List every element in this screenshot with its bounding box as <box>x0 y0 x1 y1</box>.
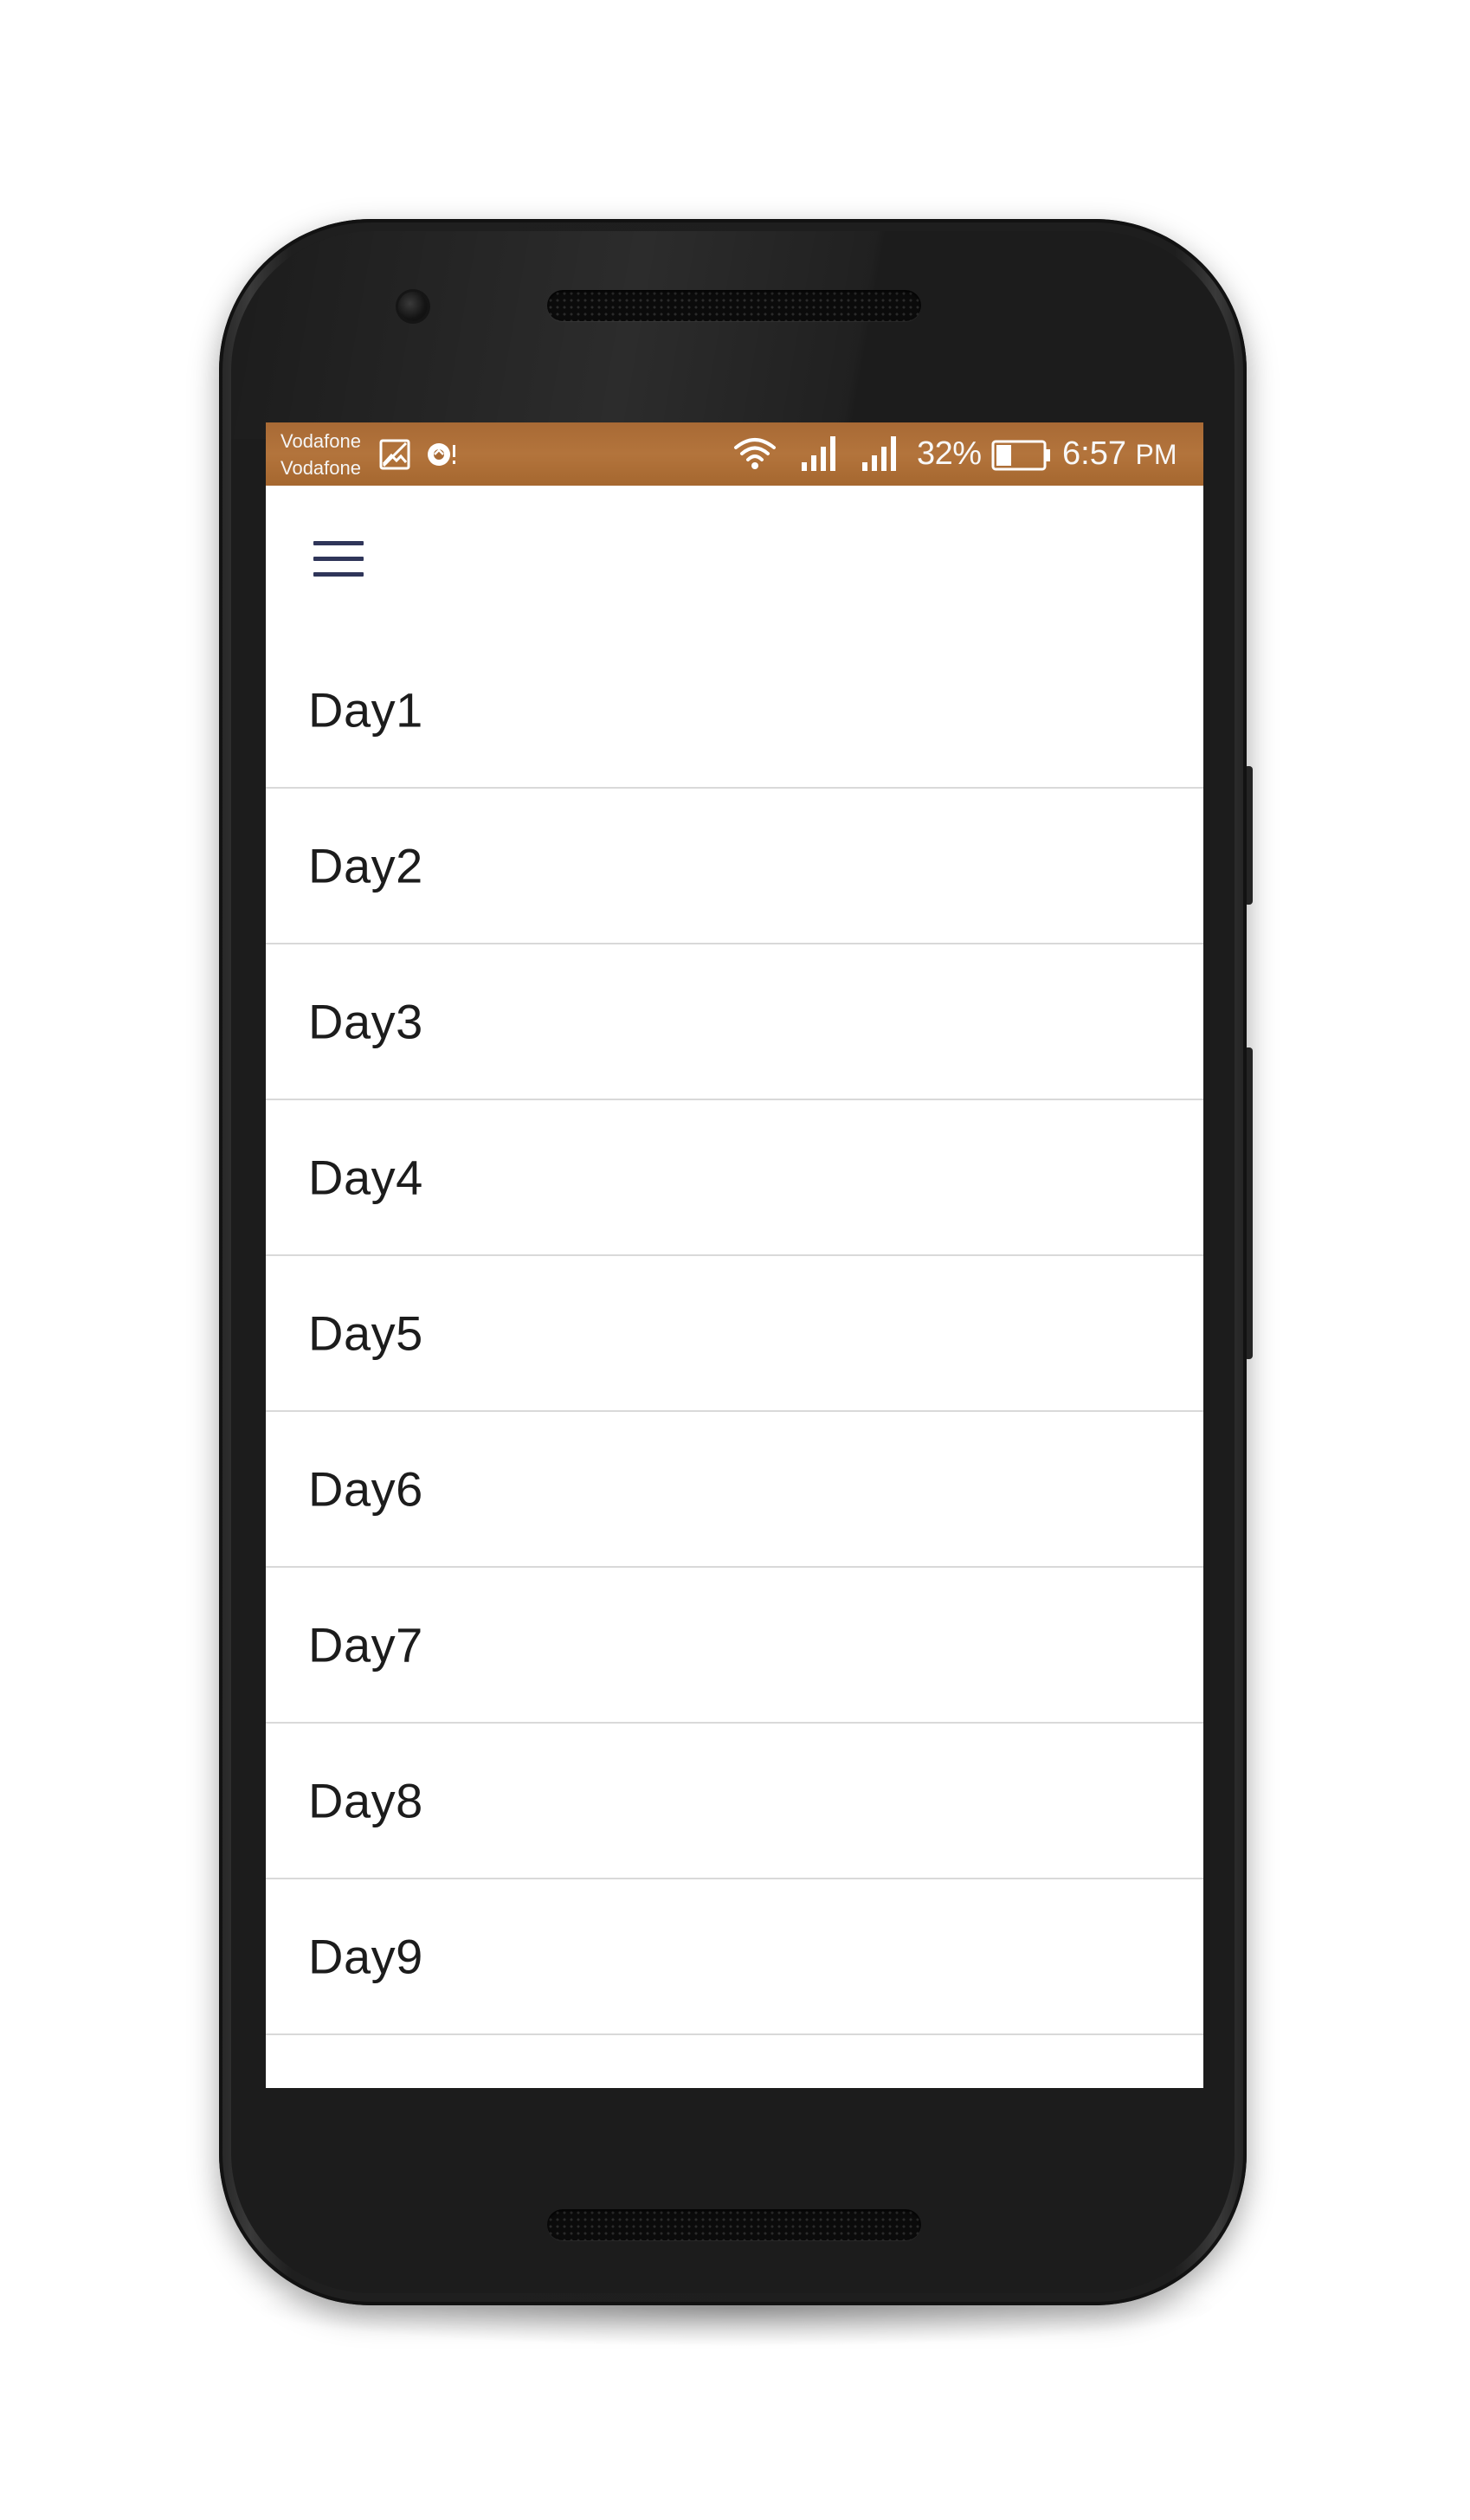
day-item-label: Day2 <box>308 838 423 893</box>
day-list-item[interactable]: Day3 <box>266 944 1203 1100</box>
phone-glare <box>231 231 1235 439</box>
battery-percent: 32% <box>917 435 982 472</box>
day-item-label: Day3 <box>308 994 423 1049</box>
top-speaker-grille <box>547 290 921 321</box>
carrier-line-2: Vodafone <box>280 457 361 479</box>
clock-time: 6:57 <box>1062 435 1126 472</box>
hamburger-menu-icon[interactable] <box>313 539 364 579</box>
bottom-speaker-grille <box>547 2209 921 2240</box>
day-list-item[interactable]: Day5 <box>266 1256 1203 1412</box>
day-list-item[interactable]: Day6 <box>266 1412 1203 1568</box>
day-item-label: Day5 <box>308 1305 423 1361</box>
day-list: Day1 Day2 Day3 Day4 Day5 Day6 Day7 Day8 Day9 <box>266 633 1203 2035</box>
app-bar <box>266 486 1203 641</box>
clock-ampm: PM <box>1135 439 1177 470</box>
front-camera <box>398 292 428 321</box>
signal-icon <box>802 436 835 471</box>
day-item-label: Day6 <box>308 1461 423 1517</box>
gallery-icon <box>379 439 410 470</box>
device-mockup-canvas: Vodafone Vodafone 32% 6:57 PM Day1 Day2 … <box>0 0 1470 2520</box>
day-item-label: Day1 <box>308 682 423 738</box>
wifi-icon <box>734 438 776 469</box>
day-item-label: Day4 <box>308 1150 423 1205</box>
day-item-label: Day7 <box>308 1617 423 1672</box>
day-item-label: Day8 <box>308 1773 423 1828</box>
status-bar: Vodafone Vodafone 32% 6:57 PM <box>266 422 1203 486</box>
battery-icon <box>991 440 1050 471</box>
phone-screen: Vodafone Vodafone 32% 6:57 PM Day1 Day2 … <box>266 422 1203 2088</box>
day-list-item[interactable]: Day9 <box>266 1879 1203 2035</box>
day-list-item[interactable]: Day8 <box>266 1724 1203 1879</box>
signal-icon <box>862 436 896 471</box>
day-list-item[interactable]: Day1 <box>266 633 1203 789</box>
day-list-item[interactable]: Day2 <box>266 789 1203 944</box>
carrier-line-1: Vodafone <box>280 430 361 452</box>
status-clock: 6:57 PM <box>1062 433 1177 475</box>
day-list-item[interactable]: Day7 <box>266 1568 1203 1724</box>
carrier-names: Vodafone Vodafone <box>280 428 361 481</box>
day-list-item[interactable]: Day4 <box>266 1100 1203 1256</box>
day-item-label: Day9 <box>308 1929 423 1984</box>
sync-icon <box>428 443 455 466</box>
